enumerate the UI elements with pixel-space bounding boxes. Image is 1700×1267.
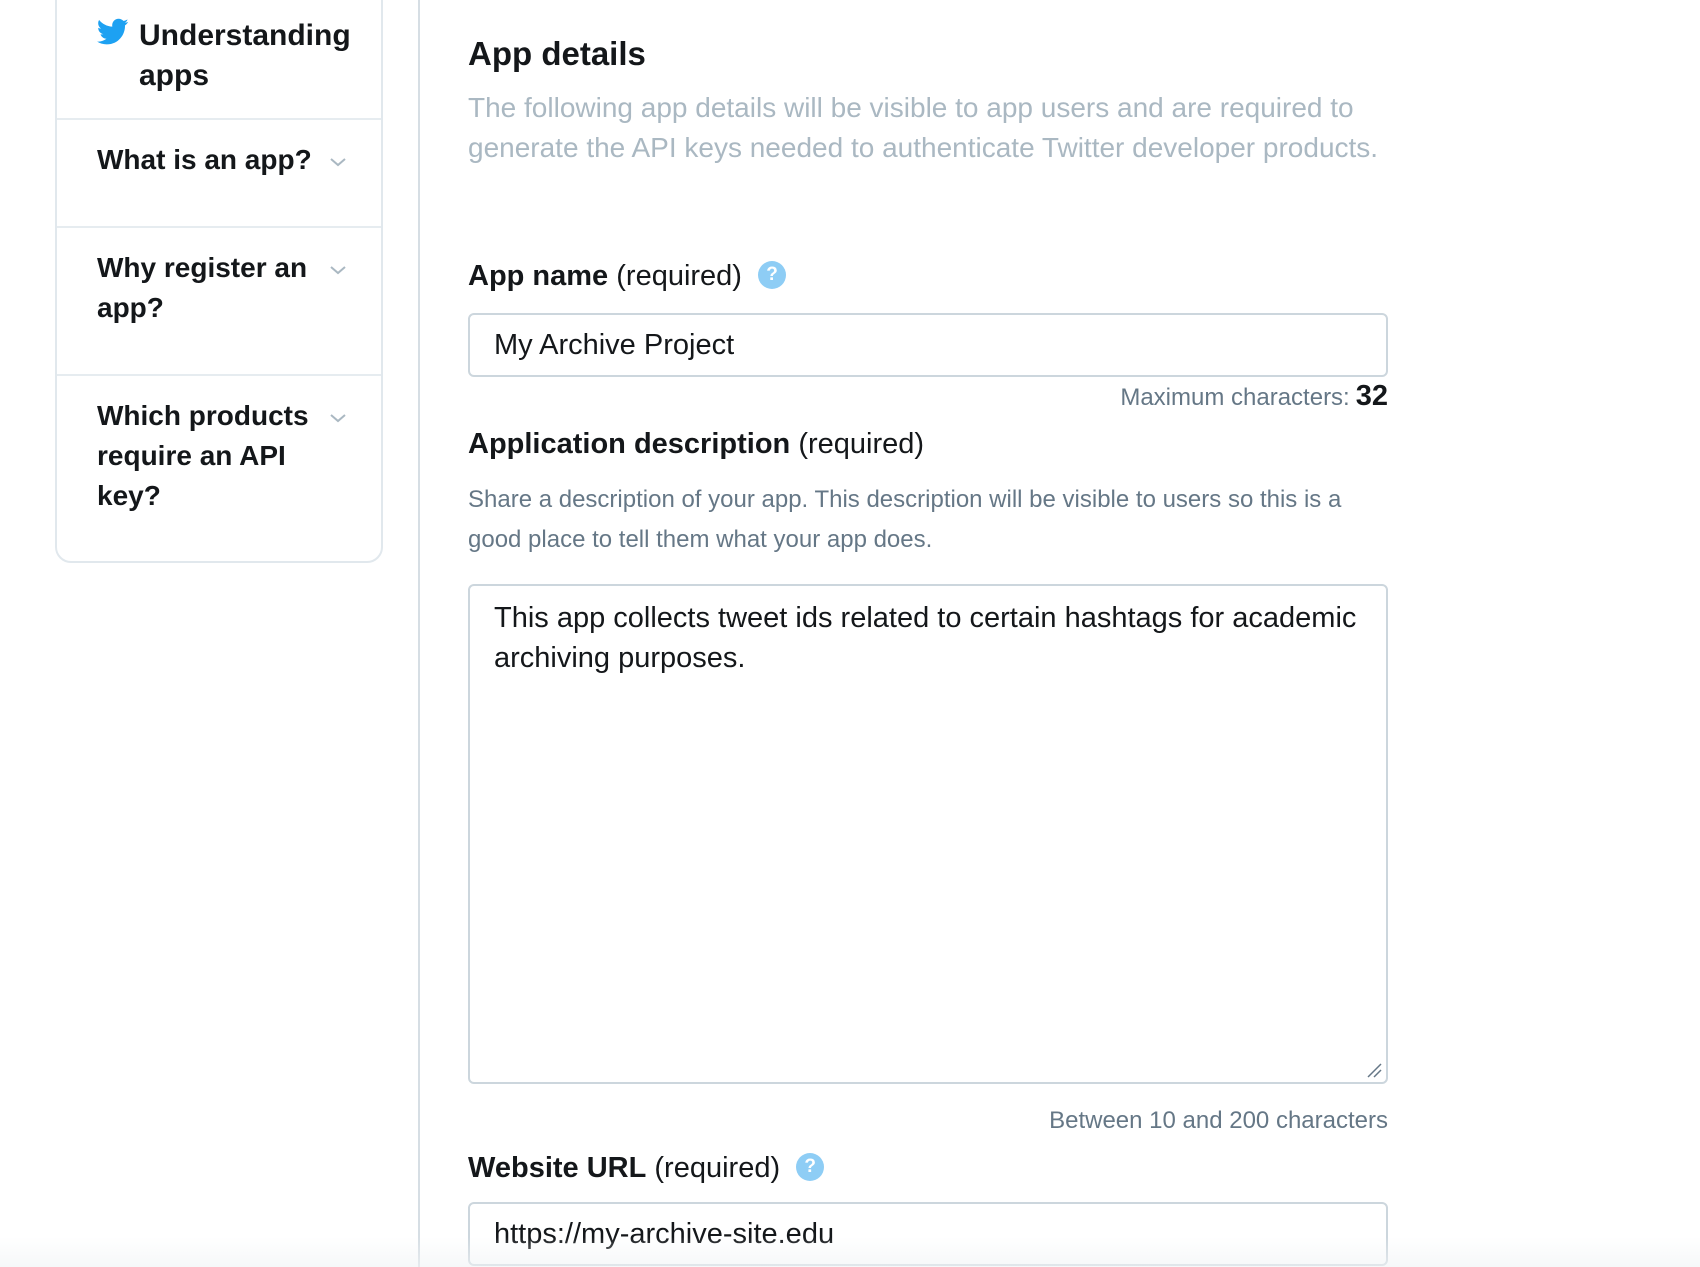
sidebar-divider (57, 374, 381, 376)
sidebar-divider (57, 226, 381, 228)
chevron-down-icon (330, 414, 346, 423)
char-limit-label: Maximum characters: (1120, 384, 1350, 411)
sidebar-title: Understanding apps (139, 19, 351, 92)
section-description: The following app details will be visibl… (468, 92, 1379, 163)
sidebar-divider (57, 118, 381, 120)
description-textarea[interactable]: This app collects tweet ids related to c… (468, 584, 1388, 1084)
chevron-down-icon (330, 266, 346, 275)
required-marker: (required) (616, 260, 742, 292)
sidebar-item-why-register[interactable]: Why register an app? (97, 248, 367, 328)
required-marker: (required) (654, 1152, 781, 1184)
description-label: Application description (required) (468, 424, 924, 464)
chevron-down-icon (330, 158, 346, 167)
app-name-label: App name (required) ? (468, 256, 787, 296)
section-title: App details (468, 35, 646, 72)
sidebar-item-label: Why register an app? (97, 252, 308, 323)
website-url-label: Website URL (required) ? (468, 1148, 825, 1188)
app-name-input[interactable] (468, 313, 1388, 377)
sidebar: Understanding apps What is an app? Why r… (55, 0, 383, 563)
twitter-bird-icon (97, 18, 129, 45)
help-icon[interactable]: ? (758, 261, 787, 290)
website-url-input[interactable] (468, 1202, 1388, 1266)
resize-grip-icon[interactable] (1366, 1062, 1382, 1078)
app-name-char-limit: Maximum characters: 32 (1120, 380, 1388, 414)
website-url-label-text: Website URL (468, 1152, 647, 1184)
sidebar-item-which-products[interactable]: Which products require an API key? (97, 396, 367, 516)
sidebar-item-label: Which products require an API key? (97, 400, 309, 511)
column-separator (418, 0, 420, 1267)
sidebar-item-label: What is an app? (97, 144, 312, 175)
description-length-hint: Between 10 and 200 characters (1049, 1107, 1388, 1134)
sidebar-item-what-is-an-app[interactable]: What is an app? (97, 140, 367, 180)
char-limit-value: 32 (1355, 380, 1388, 412)
description-help-text: Share a description of your app. This de… (468, 486, 1342, 553)
description-label-text: Application description (468, 428, 791, 460)
app-name-label-text: App name (468, 260, 609, 292)
required-marker: (required) (798, 428, 925, 460)
help-icon[interactable]: ? (796, 1153, 825, 1182)
